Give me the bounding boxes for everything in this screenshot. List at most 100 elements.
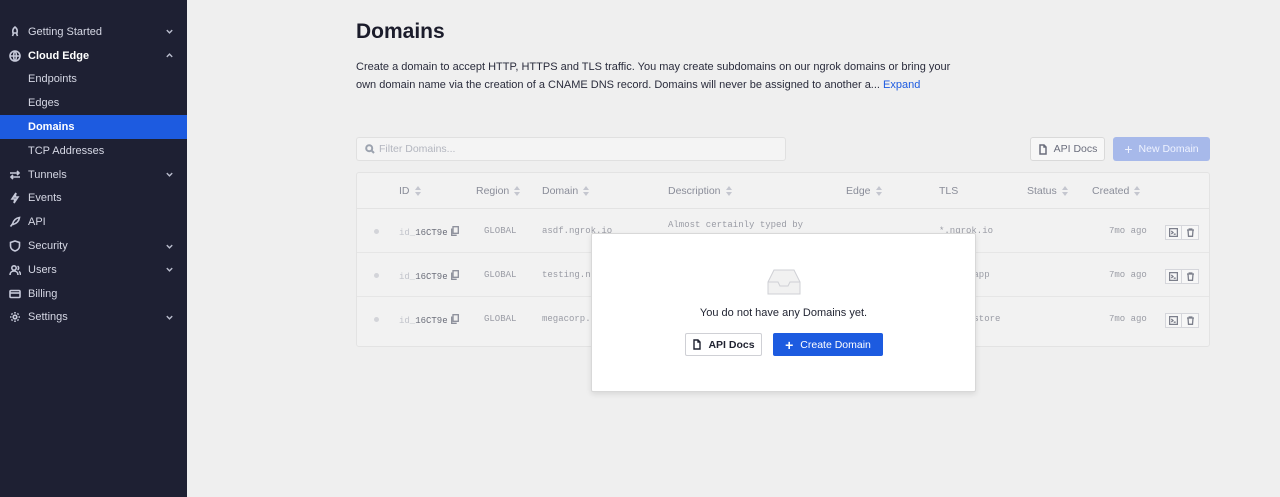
column-header-edge[interactable]: Edge <box>846 185 882 197</box>
description-line: Almost certainly typed by <box>668 220 804 230</box>
document-icon <box>1038 143 1047 155</box>
terminal-button[interactable] <box>1165 269 1182 284</box>
create-domain-label: Create Domain <box>800 338 871 351</box>
chevron-up-icon <box>164 51 174 61</box>
filter-domains-input[interactable] <box>379 143 759 155</box>
trash-icon <box>1186 316 1194 325</box>
copy-icon[interactable] <box>450 270 459 280</box>
sidebar-item-api[interactable]: API <box>0 210 187 234</box>
sidebar-item-label: Billing <box>28 287 58 300</box>
column-label: Edge <box>846 185 871 197</box>
row-actions <box>1165 269 1199 284</box>
shield-icon <box>8 240 21 253</box>
id-prefix: id_ <box>399 272 416 282</box>
column-header-created[interactable]: Created <box>1092 185 1141 197</box>
column-label: TLS <box>939 185 959 197</box>
terminal-button[interactable] <box>1165 313 1182 328</box>
sidebar-item-security[interactable]: Security <box>0 234 187 258</box>
empty-state-modal: You do not have any Domains yet. API Doc… <box>591 233 976 392</box>
description-cell: Almost certainly typed by <box>668 220 803 231</box>
sort-icon <box>414 186 421 196</box>
column-header-id[interactable]: ID <box>399 185 421 197</box>
sidebar-item-label: Tunnels <box>28 168 67 181</box>
terminal-button[interactable] <box>1165 225 1182 240</box>
sidebar-item-label: Getting Started <box>28 25 102 38</box>
empty-inbox-icon <box>764 266 804 298</box>
sidebar-item-edges[interactable]: Edges <box>0 91 187 115</box>
chevron-down-icon <box>164 27 174 37</box>
column-header-description[interactable]: Description <box>668 185 732 197</box>
chevron-down-icon <box>164 265 174 275</box>
sidebar-item-cloud-edge[interactable]: Cloud Edge <box>0 44 187 68</box>
sidebar-item-label: Security <box>28 240 68 253</box>
modal-api-docs-button[interactable]: API Docs <box>685 333 762 356</box>
sidebar-item-events[interactable]: Events <box>0 187 187 211</box>
delete-button[interactable] <box>1182 313 1199 328</box>
created-cell: 7mo ago <box>1109 314 1147 324</box>
column-header-domain[interactable]: Domain <box>542 185 590 197</box>
id-value: 16CT9e <box>415 228 448 238</box>
column-label: Region <box>476 185 510 197</box>
column-header-status[interactable]: Status <box>1027 185 1068 197</box>
page-description-text: Create a domain to accept HTTP, HTTPS an… <box>356 61 951 91</box>
status-dot <box>374 273 379 278</box>
api-docs-label: API Docs <box>1053 143 1098 155</box>
row-actions <box>1165 313 1199 328</box>
domain-id: id_16CT9e <box>399 226 459 238</box>
sidebar-item-billing[interactable]: Billing <box>0 282 187 306</box>
sidebar-item-label: Settings <box>28 311 68 324</box>
sidebar-item-users[interactable]: Users <box>0 258 187 282</box>
sort-icon <box>514 186 521 196</box>
region-cell: GLOBAL <box>484 314 517 324</box>
sort-icon <box>875 186 882 196</box>
plus-icon: + <box>785 336 794 353</box>
domain-cell[interactable]: testing.n <box>542 270 591 280</box>
id-prefix: id_ <box>399 228 416 238</box>
sidebar-item-settings[interactable]: Settings <box>0 306 187 330</box>
domain-id: id_16CT9e <box>399 314 459 326</box>
terminal-icon <box>1169 228 1178 237</box>
id-value: 16CT9e <box>415 272 448 282</box>
plus-icon: + <box>1124 141 1133 157</box>
sidebar-item-getting-started[interactable]: Getting Started <box>0 20 187 44</box>
sidebar-item-endpoints[interactable]: Endpoints <box>0 68 187 92</box>
column-label: Created <box>1092 185 1130 197</box>
sidebar-item-label: Cloud Edge <box>28 49 90 62</box>
column-label: Domain <box>542 185 579 197</box>
main-content: Domains Create a domain to accept HTTP, … <box>187 0 1280 497</box>
modal-api-docs-label: API Docs <box>708 338 755 351</box>
domain-id: id_16CT9e <box>399 270 459 282</box>
api-docs-button[interactable]: API Docs <box>1030 137 1105 161</box>
tunnel-arrows-icon <box>8 168 21 181</box>
page-title: Domains <box>356 20 445 43</box>
copy-icon[interactable] <box>450 314 459 324</box>
delete-button[interactable] <box>1182 269 1199 284</box>
search-icon <box>365 144 375 154</box>
sidebar-item-domains[interactable]: Domains <box>0 115 187 139</box>
id-prefix: id_ <box>399 316 416 326</box>
status-dot <box>374 229 379 234</box>
sidebar-item-tcp-addresses[interactable]: TCP Addresses <box>0 139 187 163</box>
create-domain-button[interactable]: + Create Domain <box>773 333 883 356</box>
sidebar-item-tunnels[interactable]: Tunnels <box>0 163 187 187</box>
delete-button[interactable] <box>1182 225 1199 240</box>
domain-cell[interactable]: megacorp. <box>542 314 591 324</box>
lightning-icon <box>8 192 21 205</box>
globe-icon <box>8 49 21 62</box>
region-cell: GLOBAL <box>484 270 517 280</box>
expand-link[interactable]: Expand <box>883 79 920 91</box>
column-label: ID <box>399 185 410 197</box>
new-domain-label: New Domain <box>1138 143 1199 155</box>
id-value: 16CT9e <box>415 316 448 326</box>
empty-state-message: You do not have any Domains yet. <box>699 307 868 319</box>
column-label: Status <box>1027 185 1057 197</box>
trash-icon <box>1186 228 1194 237</box>
column-label: Description <box>668 185 721 197</box>
column-header-region[interactable]: Region <box>476 185 521 197</box>
new-domain-button[interactable]: + New Domain <box>1113 137 1210 161</box>
filter-domains-field[interactable] <box>356 137 786 161</box>
chevron-down-icon <box>164 170 174 180</box>
rocket-api-icon <box>8 216 21 229</box>
chevron-down-icon <box>164 241 174 251</box>
copy-icon[interactable] <box>450 226 459 236</box>
